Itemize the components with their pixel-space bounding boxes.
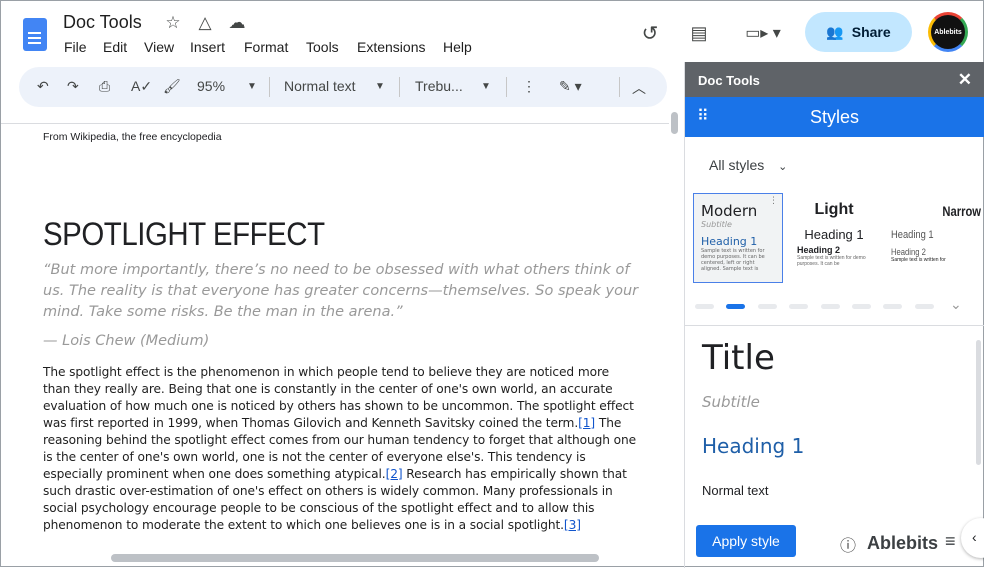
menu-icon[interactable]: ≡ [945,531,956,552]
attribution: — Lois Chew (Medium) [43,333,210,349]
print-icon[interactable]: ⎙ [99,78,110,95]
more-icon[interactable]: ⋮ [522,78,536,95]
chevron-down-icon[interactable]: ▼ [375,81,385,92]
menu-file[interactable]: File [64,39,87,55]
style-filter-select[interactable]: All styles ⌄ [709,157,787,173]
menu-tools[interactable]: Tools [306,39,339,55]
toolbar: ↶ ↷ ⎙ A✓ 🖌 95% ▼ Normal text ▼ Trebu... … [19,67,667,107]
docs-logo[interactable] [23,18,47,51]
carousel-dot[interactable] [883,304,902,309]
citation-link[interactable]: [2] [386,467,403,481]
more-icon: ⋮ [769,196,778,206]
doc-tools-panel: Doc Tools ✕ ⠿ Styles All styles ⌄ Modern… [684,62,984,568]
doc-heading: SPOTLIGHT EFFECT [43,216,325,252]
menu-extensions[interactable]: Extensions [357,39,425,55]
menu-edit[interactable]: Edit [103,39,127,55]
horizontal-scrollbar[interactable] [111,554,599,562]
style-card-narrow[interactable]: Narrow Heading 1 Heading 2 Sample text i… [891,193,981,283]
citation-link[interactable]: [3] [564,518,581,532]
menu-format[interactable]: Format [244,39,288,55]
document-page[interactable]: From Wikipedia, the free encyclopedia SP… [1,123,669,551]
citation-link[interactable]: [1] [578,416,595,430]
paint-format-icon[interactable]: 🖌 [163,78,181,95]
carousel-dot[interactable] [915,304,934,309]
cloud-saved-icon[interactable]: ☁ [226,13,248,33]
version-history-icon[interactable]: ↺ [638,21,662,45]
preview-title: Title [702,338,775,378]
menu-insert[interactable]: Insert [190,39,225,55]
body-paragraph: The spotlight effect is the phenomenon i… [43,365,637,532]
close-icon[interactable]: ✕ [958,70,972,90]
panel-scrollbar[interactable] [976,340,981,465]
menu-view[interactable]: View [144,39,174,55]
source-line: From Wikipedia, the free encyclopedia [43,131,222,143]
chevron-down-icon: ⌄ [778,161,788,173]
carousel-dot[interactable] [758,304,777,309]
people-icon: 👥 [826,23,844,40]
panel-title: Styles [809,107,860,127]
style-card-light[interactable]: Light Heading 1 Heading 2 Sample text is… [789,193,879,283]
preview-normal: Normal text [702,483,769,498]
zoom-select[interactable]: 95% [197,78,225,94]
carousel-dot-active[interactable] [726,304,745,309]
style-card-modern[interactable]: Modern Subtitle Heading 1 Sample text is… [693,193,783,283]
redo-icon[interactable]: ↷ [67,78,79,95]
move-to-drive-icon[interactable]: △ [194,13,216,33]
panel-header: Doc Tools [698,73,760,88]
apply-style-button[interactable]: Apply style [696,525,796,557]
preview-subtitle: Subtitle [702,393,760,411]
carousel-dot[interactable] [852,304,871,309]
carousel-dot[interactable] [695,304,714,309]
quote: “But more importantly, there’s no need t… [43,262,639,320]
preview-heading1: Heading 1 [702,434,805,458]
font-select[interactable]: Trebu... [415,78,463,94]
comments-icon[interactable]: ▤ [687,21,711,45]
chevron-down-icon[interactable]: ▼ [481,81,491,92]
avatar[interactable]: Ablebits [928,12,968,52]
spellcheck-icon[interactable]: A✓ [131,78,152,95]
expand-chevron-icon[interactable]: ⌄ [950,296,962,313]
star-icon[interactable]: ☆ [163,13,183,33]
chevron-down-icon[interactable]: ▼ [247,81,257,92]
document-title[interactable]: Doc Tools [63,12,142,33]
help-icon[interactable]: ⓘ [840,532,856,556]
style-select[interactable]: Normal text [284,78,356,94]
ablebits-logo: Ablebits [867,533,939,553]
vertical-scrollbar[interactable] [671,112,678,134]
carousel-dot[interactable] [821,304,840,309]
meet-icon[interactable]: ▭▸ ▾ [741,21,785,45]
apps-grid-icon[interactable]: ⠿ [697,97,709,137]
share-button[interactable]: 👥 Share [805,12,912,52]
collapse-panel-button[interactable]: ‹ [961,518,984,558]
editing-mode-icon[interactable]: ✎ ▾ [559,78,582,95]
menu-help[interactable]: Help [443,39,472,55]
undo-icon[interactable]: ↶ [37,78,49,95]
collapse-icon[interactable]: ︿ [632,78,646,98]
carousel-dot[interactable] [789,304,808,309]
